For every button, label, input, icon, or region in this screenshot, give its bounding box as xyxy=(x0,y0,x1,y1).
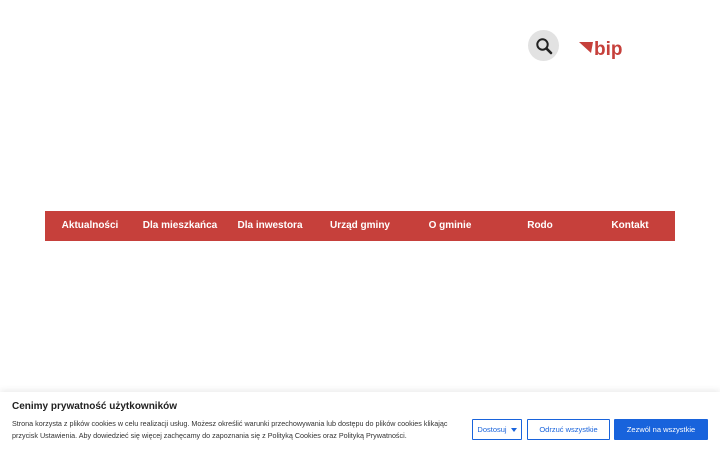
nav-item-dla-mieszkanca[interactable]: Dla mieszkańca xyxy=(135,211,225,241)
cookie-text-line2: przycisk Ustawienia. Aby dowiedzieć się … xyxy=(12,431,268,440)
nav-item-dla-inwestora[interactable]: Dla inwestora xyxy=(225,211,315,241)
nav-item-kontakt[interactable]: Kontakt xyxy=(585,211,675,241)
reject-all-button[interactable]: Odrzuć wszystkie xyxy=(527,419,610,440)
nav-item-aktualnosci[interactable]: Aktualności xyxy=(45,211,135,241)
nav-item-urzad-gminy[interactable]: Urząd gminy xyxy=(315,211,405,241)
cookie-text-end: . xyxy=(404,431,407,440)
cookie-title: Cenimy prywatność użytkowników xyxy=(12,401,178,412)
cookie-description: Strona korzysta z plików cookies w celu … xyxy=(12,418,452,442)
cookie-text-line1: Strona korzysta z plików cookies w celu … xyxy=(12,419,448,428)
caret-down-icon xyxy=(510,427,517,432)
cookie-policy-link[interactable]: Polityką Cookies xyxy=(268,431,321,440)
nav-item-o-gminie[interactable]: O gminie xyxy=(405,211,495,241)
customize-button-label: Dostosuj xyxy=(477,425,507,434)
nav-item-rodo[interactable]: Rodo xyxy=(495,211,585,241)
bip-flag-icon xyxy=(579,42,593,53)
cookie-text-oraz: oraz xyxy=(320,431,339,440)
bip-logo-text: bip xyxy=(594,39,623,60)
search-icon xyxy=(535,37,552,54)
main-nav: Aktualności Dla mieszkańca Dla inwestora… xyxy=(45,211,675,241)
cookie-banner: Cenimy prywatność użytkowników Strona ko… xyxy=(0,392,720,450)
privacy-policy-link[interactable]: Polityką Prywatności xyxy=(339,431,405,440)
bip-logo[interactable]: bip xyxy=(578,38,638,62)
accept-all-button[interactable]: Zezwól na wszystkie xyxy=(614,419,708,440)
customize-button[interactable]: Dostosuj xyxy=(472,419,522,440)
search-button[interactable] xyxy=(528,30,559,61)
